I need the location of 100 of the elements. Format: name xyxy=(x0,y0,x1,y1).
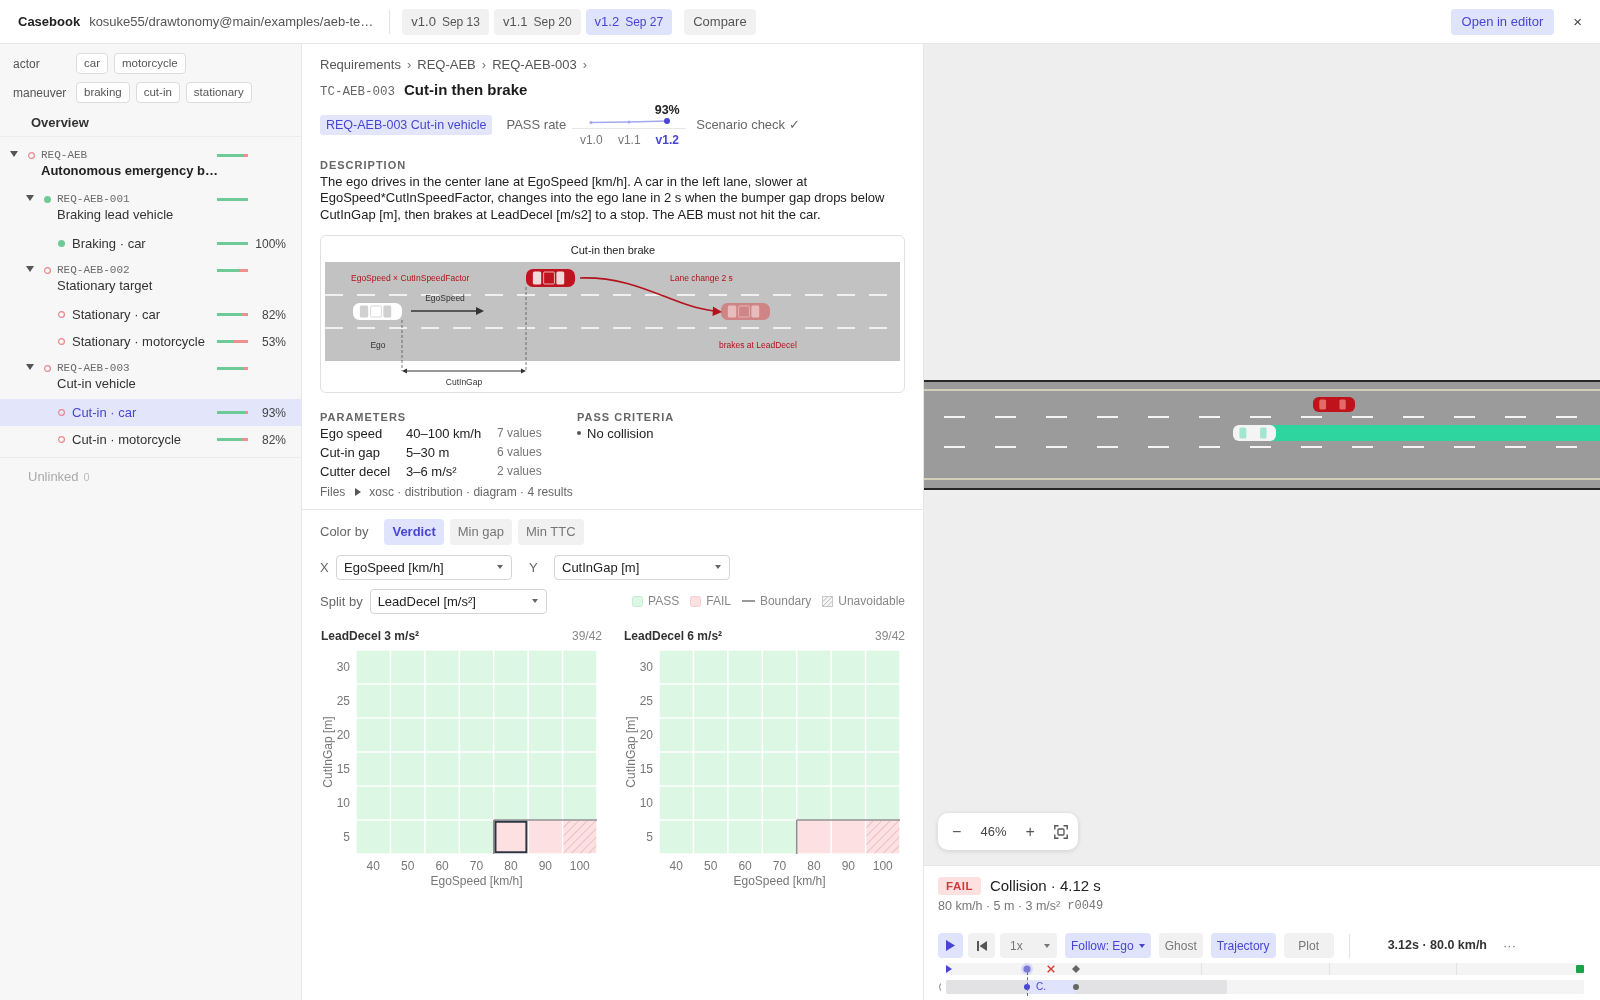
tree-item[interactable]: Stationary · motorcycle 53% xyxy=(0,328,301,355)
caret-icon[interactable] xyxy=(26,364,34,370)
grid-cell[interactable] xyxy=(866,650,900,684)
grid-cell[interactable] xyxy=(528,718,562,752)
grid-cell[interactable] xyxy=(797,786,831,820)
grid-cell[interactable] xyxy=(356,684,390,718)
grid-cell[interactable] xyxy=(528,684,562,718)
grid-cell[interactable] xyxy=(797,752,831,786)
requirement-tag[interactable]: REQ-AEB-003 Cut-in vehicle xyxy=(320,114,493,136)
open-editor-button[interactable]: Open in editor xyxy=(1450,8,1555,35)
grid-cell[interactable] xyxy=(763,752,796,786)
grid-cell[interactable] xyxy=(528,820,562,854)
grid-cell[interactable] xyxy=(391,718,425,752)
grid-cell[interactable] xyxy=(391,752,425,786)
zoom-in-button[interactable]: + xyxy=(1021,823,1039,840)
x-axis-select[interactable]: EgoSpeed [km/h] xyxy=(336,554,512,580)
grid-cell[interactable] xyxy=(425,752,459,786)
tree-item[interactable]: REQ-AEB Autonomous emergency b… xyxy=(0,142,301,186)
filter-chip[interactable]: motorcycle xyxy=(114,53,186,74)
grid-cell[interactable] xyxy=(831,786,865,820)
grid-cell[interactable] xyxy=(425,718,459,752)
grid-cell[interactable] xyxy=(460,718,493,752)
follow-select[interactable]: Follow: Ego xyxy=(1065,933,1151,958)
grid-cell[interactable] xyxy=(659,718,693,752)
grid-cell[interactable] xyxy=(797,820,831,854)
tree-item[interactable]: Stationary · car 82% xyxy=(0,301,301,328)
grid-cell[interactable] xyxy=(866,820,900,854)
split-select[interactable]: LeadDecel [m/s²] xyxy=(369,588,547,614)
tree-item[interactable]: Cut-in · car 93% xyxy=(0,399,301,426)
grid-cell[interactable] xyxy=(763,820,796,854)
version-tab[interactable]: v1.2 Sep 27 xyxy=(585,8,673,35)
view-toggle[interactable]: Plot xyxy=(1283,933,1334,958)
color-by-option[interactable]: Min TTC xyxy=(518,518,584,545)
grid-cell[interactable] xyxy=(356,650,390,684)
grid-cell[interactable] xyxy=(563,718,597,752)
tree-item[interactable]: Cut-in · motorcycle 82% xyxy=(0,426,301,453)
view-toggle[interactable]: Trajectory xyxy=(1210,933,1276,958)
grid-cell[interactable] xyxy=(391,786,425,820)
grid-cell[interactable] xyxy=(763,684,796,718)
grid-cell[interactable] xyxy=(728,820,762,854)
grid-cell[interactable] xyxy=(831,650,865,684)
grid-cell[interactable] xyxy=(694,820,728,854)
grid-cell[interactable] xyxy=(563,820,597,854)
timeline-track[interactable] xyxy=(946,963,1584,975)
grid-cell[interactable] xyxy=(460,684,493,718)
compare-button[interactable]: Compare xyxy=(684,8,756,35)
grid-cell[interactable] xyxy=(563,650,597,684)
grid-cell[interactable] xyxy=(728,786,762,820)
grid-cell[interactable] xyxy=(831,684,865,718)
grid-cell[interactable] xyxy=(460,650,493,684)
grid-cell[interactable] xyxy=(728,650,762,684)
filter-chip[interactable]: cut-in xyxy=(135,82,180,103)
grid-cell[interactable] xyxy=(659,820,693,854)
grid-cell[interactable] xyxy=(494,650,528,684)
grid-cell[interactable] xyxy=(694,718,728,752)
grid-cell[interactable] xyxy=(831,718,865,752)
filter-chip[interactable]: stationary xyxy=(185,82,252,103)
breadcrumb-link[interactable]: REQ-AEB-003 xyxy=(492,57,577,73)
grid-cell[interactable] xyxy=(494,786,528,820)
close-button[interactable]: × xyxy=(1569,14,1586,29)
version-tab[interactable]: v1.0 Sep 13 xyxy=(402,8,489,35)
grid-cell[interactable] xyxy=(866,786,900,820)
grid-cell[interactable] xyxy=(763,718,796,752)
grid-cell[interactable] xyxy=(763,650,796,684)
grid-cell[interactable] xyxy=(425,684,459,718)
grid-cell[interactable] xyxy=(694,752,728,786)
grid-cell[interactable] xyxy=(460,752,493,786)
filter-chip[interactable]: braking xyxy=(76,82,130,103)
grid-cell[interactable] xyxy=(866,752,900,786)
grid-cell[interactable] xyxy=(494,684,528,718)
grid-cell[interactable] xyxy=(659,650,693,684)
grid-cell[interactable] xyxy=(494,820,528,854)
grid-cell[interactable] xyxy=(528,752,562,786)
grid-cell[interactable] xyxy=(831,820,865,854)
grid-cell[interactable] xyxy=(528,650,562,684)
grid-cell[interactable] xyxy=(391,684,425,718)
grid-cell[interactable] xyxy=(797,650,831,684)
grid-cell[interactable] xyxy=(797,684,831,718)
grid-cell[interactable] xyxy=(866,684,900,718)
breadcrumb-link[interactable]: Requirements xyxy=(320,57,401,73)
grid-cell[interactable] xyxy=(763,786,796,820)
more-button[interactable]: ··· xyxy=(1499,935,1520,956)
zoom-out-button[interactable]: − xyxy=(948,823,966,840)
color-by-option[interactable]: Min gap xyxy=(449,518,513,545)
grid-cell[interactable] xyxy=(659,752,693,786)
grid-cell[interactable] xyxy=(528,786,562,820)
grid-cell[interactable] xyxy=(460,786,493,820)
grid-cell[interactable] xyxy=(659,786,693,820)
grid-cell[interactable] xyxy=(425,650,459,684)
skip-back-button[interactable] xyxy=(968,933,995,958)
playhead-handle[interactable] xyxy=(1021,963,1034,975)
grid-cell[interactable] xyxy=(494,718,528,752)
grid-cell[interactable] xyxy=(356,786,390,820)
grid-cell[interactable] xyxy=(460,820,493,854)
grid-cell[interactable] xyxy=(694,684,728,718)
tree-item[interactable]: REQ-AEB-001 Braking lead vehicle xyxy=(0,186,301,230)
grid-cell[interactable] xyxy=(356,718,390,752)
grid-cell[interactable] xyxy=(425,820,459,854)
grid-cell[interactable] xyxy=(425,786,459,820)
grid-cell[interactable] xyxy=(356,752,390,786)
